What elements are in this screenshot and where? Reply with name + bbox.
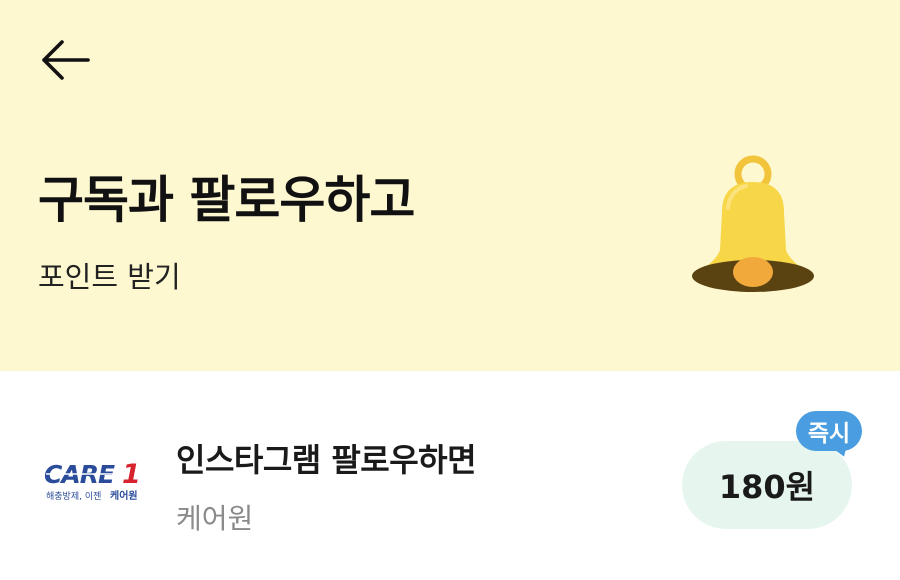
svg-text:케어원: 케어원 (110, 489, 138, 502)
offer-advertiser: 케어원 (176, 502, 254, 535)
back-button[interactable] (30, 30, 100, 90)
page-title: 구독과 팔로우하고 (38, 171, 415, 229)
reward-button[interactable]: 180원 (682, 441, 852, 529)
offer-list: CARE 1 해충방제, 이젠 케어원 인스타그램 팔로우하면 케어원 180원… (0, 371, 900, 580)
arrow-left-icon (42, 40, 90, 80)
offer-item[interactable]: CARE 1 해충방제, 이젠 케어원 인스타그램 팔로우하면 케어원 180원… (0, 411, 900, 551)
instant-badge: 즉시 (796, 411, 862, 460)
reward-amount: 180원 (718, 468, 816, 506)
header-banner: 구독과 팔로우하고 포인트 받기 (0, 0, 900, 371)
screen: 구독과 팔로우하고 포인트 받기 CARE 1 해충방제, 이젠 케어원 인스타… (0, 0, 900, 580)
care1-logo: CARE 1 해충방제, 이젠 케어원 (44, 459, 141, 502)
badge-label: 즉시 (796, 411, 862, 451)
offer-title: 인스타그램 팔로우하면 (176, 441, 477, 479)
svg-text:해충방제, 이젠: 해충방제, 이젠 (46, 491, 101, 502)
page-subtitle: 포인트 받기 (38, 260, 181, 294)
bell-icon (692, 155, 814, 292)
